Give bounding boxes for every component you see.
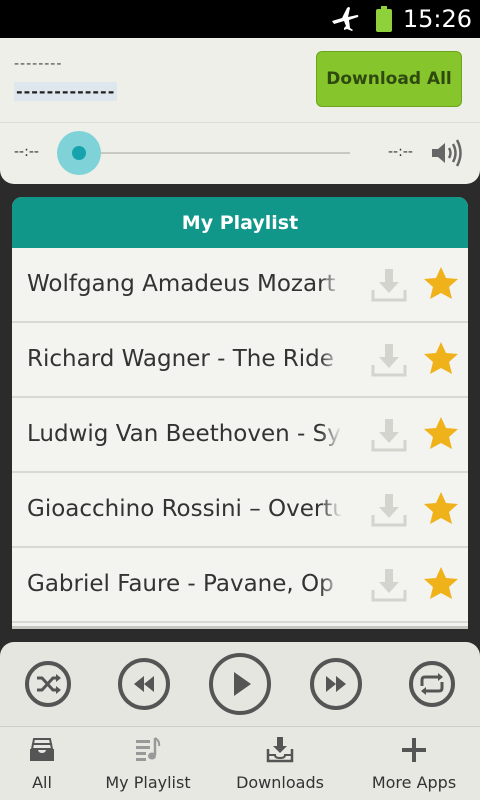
battery-icon <box>376 6 392 32</box>
star-icon[interactable] <box>422 340 460 378</box>
play-button[interactable] <box>209 653 271 715</box>
plus-icon <box>402 738 426 762</box>
fast-forward-icon <box>326 676 346 692</box>
now-playing-panel: -------- ------------- Download All --:-… <box>0 38 480 184</box>
playlist-list: Wolfgang Amadeus Mozart Richard Wagner -… <box>12 248 468 623</box>
nav-item-more-apps[interactable]: More Apps <box>362 727 466 800</box>
download-icon[interactable] <box>370 566 408 604</box>
airplane-mode-icon <box>332 7 359 31</box>
download-tray-icon <box>266 737 294 763</box>
rewind-button[interactable] <box>118 658 170 710</box>
status-bar: 15:26 <box>0 0 480 38</box>
repeat-button[interactable] <box>409 661 455 707</box>
rewind-icon <box>134 676 154 692</box>
song-title: Gabriel Faure - Pavane, Op <box>27 548 342 621</box>
shuffle-icon <box>37 674 61 694</box>
nav-label: Downloads <box>236 773 324 792</box>
nav-item-my-playlist[interactable]: My Playlist <box>98 727 198 800</box>
song-title: Ludwig Van Beethoven - Symp <box>27 398 342 471</box>
play-icon <box>234 672 251 696</box>
fast-forward-button[interactable] <box>310 658 362 710</box>
download-icon[interactable] <box>370 491 408 529</box>
star-icon[interactable] <box>422 415 460 453</box>
repeat-icon <box>420 673 444 695</box>
download-icon[interactable] <box>370 266 408 304</box>
divider <box>0 122 480 123</box>
download-icon[interactable] <box>370 416 408 454</box>
duration-time: --:-- <box>388 144 413 160</box>
bottom-nav: All My Playlist Downloads More Apps <box>0 726 480 800</box>
list-item[interactable]: Ludwig Van Beethoven - Symp <box>12 398 468 473</box>
playlist-icon <box>136 737 161 761</box>
list-item[interactable]: Gabriel Faure - Pavane, Op <box>12 548 468 623</box>
song-title: Wolfgang Amadeus Mozart <box>27 248 342 321</box>
shuffle-button[interactable] <box>25 661 71 707</box>
clock: 15:26 <box>402 5 472 33</box>
nav-label: More Apps <box>371 773 457 792</box>
seek-bar[interactable] <box>78 152 350 154</box>
song-title: Gioacchino Rossini – Overtur <box>27 473 342 546</box>
download-all-button[interactable]: Download All <box>316 51 462 107</box>
track-title: -------- <box>14 56 63 72</box>
elapsed-time: --:-- <box>14 144 39 160</box>
star-icon[interactable] <box>422 265 460 303</box>
nav-item-all[interactable]: All <box>2 727 82 800</box>
playlist-title: My Playlist <box>12 197 468 248</box>
playback-controls <box>0 642 480 726</box>
track-artist: ------------- <box>14 82 118 101</box>
nav-item-downloads[interactable]: Downloads <box>226 727 334 800</box>
song-title: Richard Wagner - The Ride of <box>27 323 342 396</box>
playlist-panel: My Playlist Wolfgang Amadeus Mozart Rich… <box>12 197 468 629</box>
inbox-icon <box>30 738 54 761</box>
nav-label: All <box>32 773 52 792</box>
volume-icon[interactable] <box>430 138 464 168</box>
divider <box>12 626 468 629</box>
list-item[interactable]: Gioacchino Rossini – Overtur <box>12 473 468 548</box>
download-icon[interactable] <box>370 341 408 379</box>
nav-label: My Playlist <box>105 773 191 792</box>
list-item[interactable]: Richard Wagner - The Ride of <box>12 323 468 398</box>
list-item[interactable]: Wolfgang Amadeus Mozart <box>12 248 468 323</box>
star-icon[interactable] <box>422 565 460 603</box>
star-icon[interactable] <box>422 490 460 528</box>
seek-thumb[interactable] <box>57 131 101 175</box>
